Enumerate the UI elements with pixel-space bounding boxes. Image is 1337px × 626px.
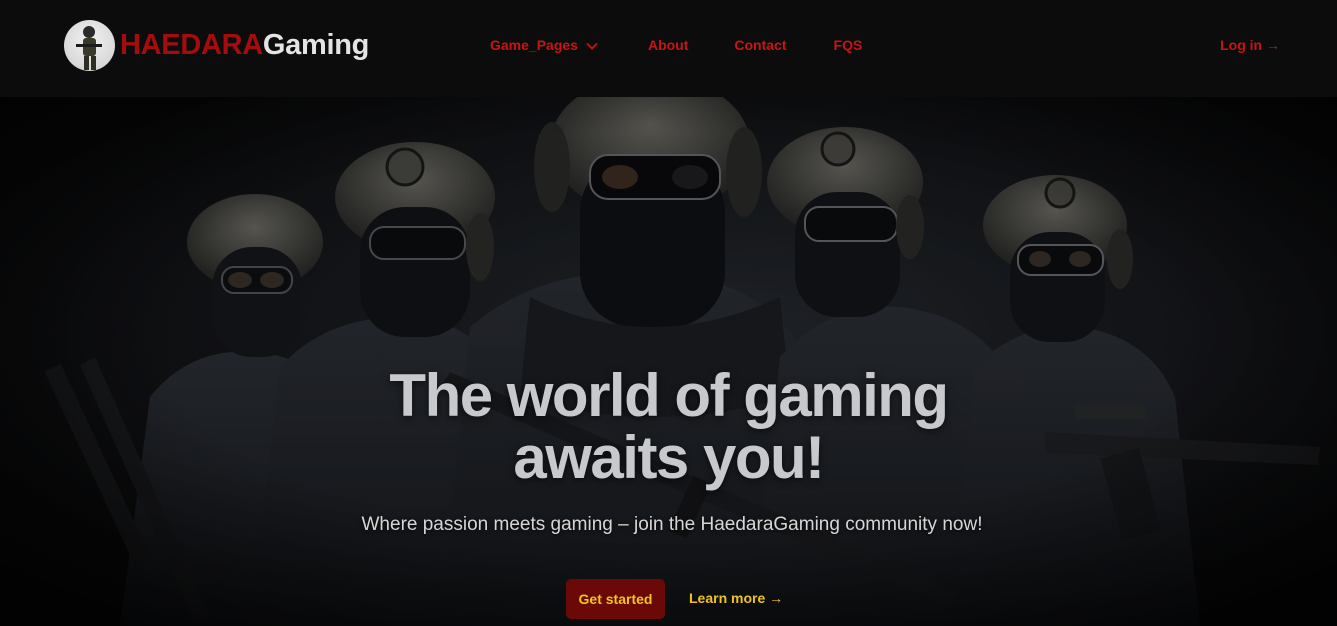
brand-logo[interactable]: HAEDARAGaming <box>64 20 369 71</box>
navbar: HAEDARAGaming Game_Pages About Contact F… <box>0 0 1337 97</box>
brand-name-white: Gaming <box>262 29 370 61</box>
hero-title-line1: The world of gaming <box>389 362 949 429</box>
nav-item-label: Game_Pages <box>490 37 578 53</box>
brand-name-red: HAEDARA <box>120 29 263 61</box>
hero-section: The world of gaming awaits you! Where pa… <box>0 97 1337 626</box>
nav-item-about[interactable]: About <box>648 37 688 53</box>
chevron-down-icon <box>586 37 598 53</box>
hero-title: The world of gaming awaits you! <box>0 365 1337 489</box>
nav-item-game-pages[interactable]: Game_Pages <box>490 37 598 53</box>
soldier-logo-icon <box>76 26 102 70</box>
login-link[interactable]: Log in → <box>1220 37 1280 53</box>
hero-title-line2: awaits you! <box>513 424 825 491</box>
learn-more-link[interactable]: Learn more → <box>689 590 783 606</box>
nav-item-fqs[interactable]: FQS <box>834 37 863 53</box>
get-started-button[interactable]: Get started <box>566 579 665 619</box>
nav-item-contact[interactable]: Contact <box>734 37 786 53</box>
hero-subtitle: Where passion meets gaming – join the Ha… <box>361 514 983 535</box>
brand-name: HAEDARAGaming <box>120 29 369 62</box>
main-nav: Game_Pages About Contact FQS <box>490 37 862 53</box>
avatar <box>64 20 115 71</box>
